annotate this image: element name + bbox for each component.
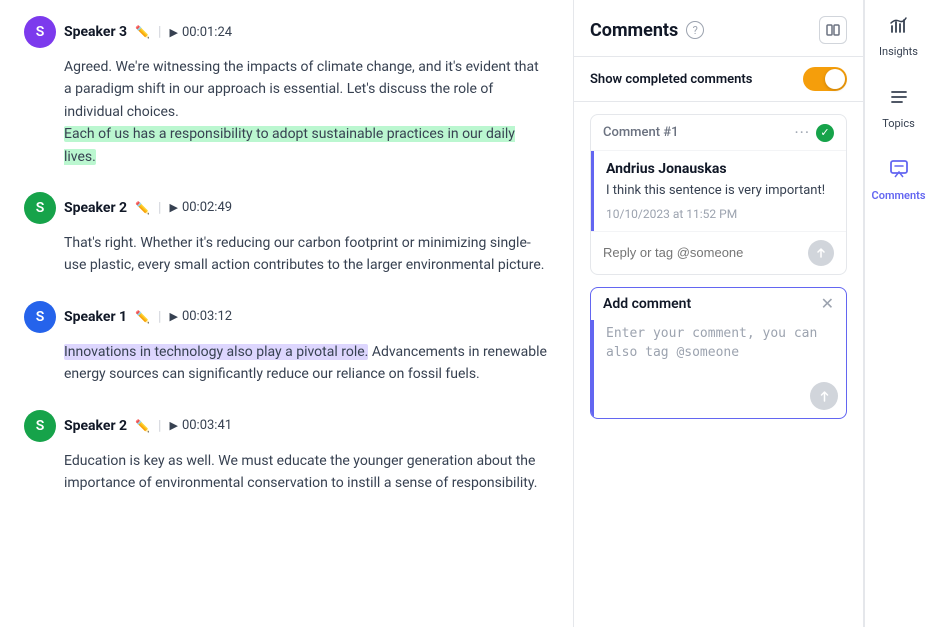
comment-actions: ··· ✓ xyxy=(794,123,834,142)
collapse-panel-button[interactable] xyxy=(819,16,847,44)
avatar: S xyxy=(24,16,56,48)
topics-icon xyxy=(888,86,910,113)
comment-number-label: Comment #1 xyxy=(603,125,679,140)
sidebar-item-topics[interactable]: Topics xyxy=(865,72,932,144)
transcript-entry: S Speaker 1 ✏️ | ▶ 00:03:12 Innovations … xyxy=(24,301,549,386)
topics-label: Topics xyxy=(882,117,915,130)
insights-label: Insights xyxy=(879,45,918,58)
more-options-button[interactable]: ··· xyxy=(794,123,810,142)
speaker-name: Speaker 2 xyxy=(64,200,127,216)
transcript-entry: S Speaker 2 ✏️ | ▶ 00:02:49 That's right… xyxy=(24,192,549,277)
completed-icon: ✓ xyxy=(816,124,834,142)
transcript-text: Education is key as well. We must educat… xyxy=(64,450,549,495)
transcript-text: Agreed. We're witnessing the impacts of … xyxy=(64,56,549,168)
speaker-header: S Speaker 2 ✏️ | ▶ 00:03:41 xyxy=(24,410,549,442)
play-icon: ▶ xyxy=(169,201,177,214)
comment-card: Comment #1 ··· ✓ Andrius Jonauskas I thi… xyxy=(590,114,847,275)
speaker-header: S Speaker 3 ✏️ | ▶ 00:01:24 xyxy=(24,16,549,48)
comments-icon xyxy=(888,158,910,185)
comment-date: 10/10/2023 at 11:52 PM xyxy=(606,207,834,221)
show-completed-label: Show completed comments xyxy=(590,72,752,87)
edit-icon[interactable]: ✏️ xyxy=(135,310,150,324)
close-add-comment-button[interactable]: ✕ xyxy=(821,296,834,312)
toggle-thumb xyxy=(825,69,845,89)
speaker-name: Speaker 3 xyxy=(64,24,127,40)
avatar: S xyxy=(24,301,56,333)
play-icon: ▶ xyxy=(169,310,177,323)
speaker-name: Speaker 1 xyxy=(64,309,127,325)
sidebar-item-insights[interactable]: Insights xyxy=(865,0,932,72)
insights-icon xyxy=(888,14,910,41)
avatar: S xyxy=(24,192,56,224)
help-icon[interactable]: ? xyxy=(686,21,704,39)
transcript-area: S Speaker 3 ✏️ | ▶ 00:01:24 Agreed. We'r… xyxy=(0,0,574,627)
add-comment-input[interactable] xyxy=(606,324,834,383)
send-reply-button[interactable] xyxy=(808,240,834,266)
speaker-header: S Speaker 1 ✏️ | ▶ 00:03:12 xyxy=(24,301,549,333)
comment-card-header: Comment #1 ··· ✓ xyxy=(591,115,846,151)
speaker-name: Speaker 2 xyxy=(64,418,127,434)
add-comment-body xyxy=(591,320,846,419)
send-comment-button[interactable] xyxy=(810,382,838,410)
speaker-header: S Speaker 2 ✏️ | ▶ 00:02:49 xyxy=(24,192,549,224)
timestamp: ▶ 00:03:41 xyxy=(169,418,232,433)
transcript-entry: S Speaker 2 ✏️ | ▶ 00:03:41 Education is… xyxy=(24,410,549,495)
highlighted-text: Innovations in technology also play a pi… xyxy=(64,344,368,360)
comments-list: Comment #1 ··· ✓ Andrius Jonauskas I thi… xyxy=(574,102,863,627)
reply-input[interactable] xyxy=(603,245,800,260)
edit-icon[interactable]: ✏️ xyxy=(135,201,150,215)
comments-label: Comments xyxy=(872,189,926,202)
play-icon: ▶ xyxy=(169,419,177,432)
comments-header: Comments ? xyxy=(574,0,863,57)
transcript-text: Innovations in technology also play a pi… xyxy=(64,341,549,386)
reply-area xyxy=(591,231,846,274)
timestamp: ▶ 00:01:24 xyxy=(169,25,232,40)
right-sidebar: Insights Topics Comments xyxy=(864,0,932,627)
comment-text: I think this sentence is very important! xyxy=(606,181,834,201)
add-comment-card: Add comment ✕ xyxy=(590,287,847,420)
highlighted-text: Each of us has a responsibility to adopt… xyxy=(64,126,515,164)
comments-panel: Comments ? Show completed comments Comme… xyxy=(574,0,864,627)
edit-icon[interactable]: ✏️ xyxy=(135,25,150,39)
avatar: S xyxy=(24,410,56,442)
transcript-entry: S Speaker 3 ✏️ | ▶ 00:01:24 Agreed. We'r… xyxy=(24,16,549,168)
transcript-text: That's right. Whether it's reducing our … xyxy=(64,232,549,277)
show-completed-row: Show completed comments xyxy=(574,57,863,102)
commenter-name: Andrius Jonauskas xyxy=(606,161,834,177)
add-comment-title: Add comment xyxy=(603,296,691,312)
sidebar-item-comments[interactable]: Comments xyxy=(865,144,932,216)
timestamp: ▶ 00:02:49 xyxy=(169,200,232,215)
edit-icon[interactable]: ✏️ xyxy=(135,419,150,433)
timestamp: ▶ 00:03:12 xyxy=(169,309,232,324)
comment-body: Andrius Jonauskas I think this sentence … xyxy=(591,151,846,231)
comments-panel-title: Comments xyxy=(590,20,678,41)
comments-title-area: Comments ? xyxy=(590,20,704,41)
show-completed-toggle[interactable] xyxy=(803,67,847,91)
add-comment-header: Add comment ✕ xyxy=(591,288,846,320)
play-icon: ▶ xyxy=(169,26,177,39)
